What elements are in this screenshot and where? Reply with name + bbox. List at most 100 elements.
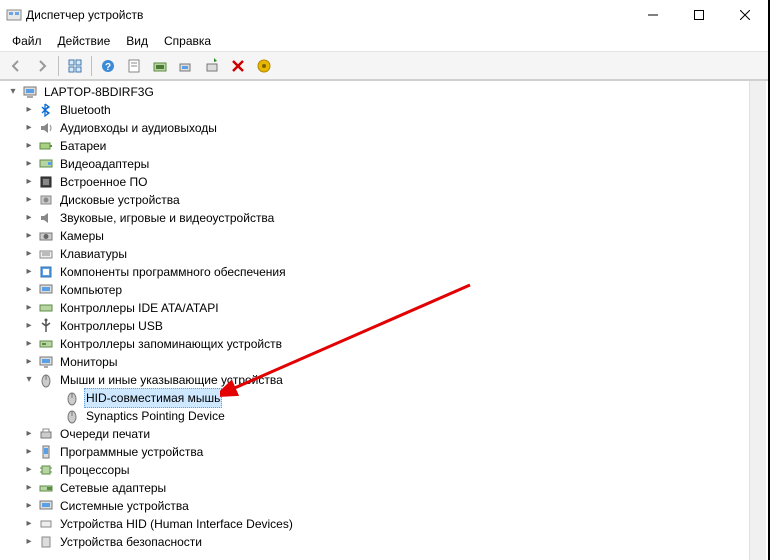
expand-icon[interactable]: ▸ <box>22 301 36 315</box>
expand-icon[interactable]: ▸ <box>22 229 36 243</box>
uninstall-button[interactable] <box>252 54 276 78</box>
tree-item-disk-drives[interactable]: ▸ Дисковые устройства <box>2 191 768 209</box>
mouse-icon <box>38 372 54 388</box>
expand-icon[interactable]: ▸ <box>22 283 36 297</box>
expand-icon[interactable]: ▸ <box>22 211 36 225</box>
expand-icon[interactable]: ▸ <box>22 337 36 351</box>
tree-item-cameras[interactable]: ▸ Камеры <box>2 227 768 245</box>
tree-item-sound-video-game[interactable]: ▸ Звуковые, игровые и видеоустройства <box>2 209 768 227</box>
tree-item-system-devices[interactable]: ▸ Системные устройства <box>2 497 768 515</box>
expand-icon[interactable]: ▸ <box>22 481 36 495</box>
computer-icon <box>22 84 38 100</box>
firmware-icon <box>38 174 54 190</box>
expand-icon[interactable]: ▸ <box>22 319 36 333</box>
expand-icon[interactable]: ▸ <box>22 193 36 207</box>
mouse-icon <box>64 408 80 424</box>
tree-item-computer[interactable]: ▸ Компьютер <box>2 281 768 299</box>
expand-placeholder <box>48 391 62 405</box>
tree-item-print-queues[interactable]: ▸ Очереди печати <box>2 425 768 443</box>
tree-item-label: Видеоадаптеры <box>58 155 151 173</box>
app-icon <box>6 7 22 23</box>
back-button[interactable] <box>4 54 28 78</box>
close-button[interactable] <box>722 0 768 30</box>
software-device-icon <box>38 444 54 460</box>
keyboard-icon <box>38 246 54 262</box>
tree-item-keyboards[interactable]: ▸ Клавиатуры <box>2 245 768 263</box>
forward-button[interactable] <box>30 54 54 78</box>
tree-item-display-adapters[interactable]: ▸ Видеоадаптеры <box>2 155 768 173</box>
expand-icon[interactable]: ▸ <box>22 463 36 477</box>
tree-item-label: Системные устройства <box>58 497 191 515</box>
tree-item-synaptics[interactable]: Synaptics Pointing Device <box>2 407 768 425</box>
ide-icon <box>38 300 54 316</box>
tree-item-security-devices[interactable]: ▸ Устройства безопасности <box>2 533 768 551</box>
expand-icon[interactable]: ▸ <box>22 517 36 531</box>
expand-icon[interactable]: ▸ <box>22 499 36 513</box>
collapse-icon[interactable]: ▾ <box>22 373 36 387</box>
scan-hardware-button[interactable] <box>200 54 224 78</box>
expand-icon[interactable]: ▸ <box>22 355 36 369</box>
show-all-button[interactable] <box>63 54 87 78</box>
expand-icon[interactable]: ▸ <box>22 247 36 261</box>
expand-icon[interactable]: ▸ <box>22 265 36 279</box>
toolbar-separator <box>58 56 59 76</box>
expand-icon[interactable]: ▸ <box>22 121 36 135</box>
menu-file[interactable]: Файл <box>4 32 50 50</box>
toolbar: ? <box>0 52 768 80</box>
tree-item-hid-mouse[interactable]: HID-совместимая мышь <box>2 389 768 407</box>
tree-item-batteries[interactable]: ▸ Батареи <box>2 137 768 155</box>
tree-item-firmware[interactable]: ▸ Встроенное ПО <box>2 173 768 191</box>
tree-item-audio-io[interactable]: ▸ Аудиовходы и аудиовыходы <box>2 119 768 137</box>
tree-item-storage-controllers[interactable]: ▸ Контроллеры запоминающих устройств <box>2 335 768 353</box>
svg-text:?: ? <box>105 62 111 73</box>
properties-button[interactable] <box>122 54 146 78</box>
tree-item-label: Камеры <box>58 227 106 245</box>
vertical-scrollbar[interactable] <box>749 81 766 560</box>
camera-icon <box>38 228 54 244</box>
disable-button[interactable] <box>226 54 250 78</box>
device-tree[interactable]: ▾ LAPTOP-8BDIRF3G ▸ Bluetooth ▸ Аудиовхо… <box>0 80 768 560</box>
tree-item-software-devices[interactable]: ▸ Программные устройства <box>2 443 768 461</box>
tree-item-software-components[interactable]: ▸ Компоненты программного обеспечения <box>2 263 768 281</box>
tree-item-bluetooth[interactable]: ▸ Bluetooth <box>2 101 768 119</box>
tree-root[interactable]: ▾ LAPTOP-8BDIRF3G <box>2 83 768 101</box>
tree-item-mice[interactable]: ▾ Мыши и иные указывающие устройства <box>2 371 768 389</box>
network-icon <box>38 480 54 496</box>
menu-action[interactable]: Действие <box>50 32 119 50</box>
menu-help[interactable]: Справка <box>156 32 219 50</box>
expand-icon[interactable]: ▸ <box>22 103 36 117</box>
tree-item-usb-controllers[interactable]: ▸ Контроллеры USB <box>2 317 768 335</box>
tree-item-monitors[interactable]: ▸ Мониторы <box>2 353 768 371</box>
tree-item-processors[interactable]: ▸ Процессоры <box>2 461 768 479</box>
minimize-button[interactable] <box>630 0 676 30</box>
bluetooth-icon <box>38 102 54 118</box>
scan-button[interactable] <box>174 54 198 78</box>
expand-icon[interactable]: ▸ <box>22 535 36 549</box>
tree-item-label: Устройства безопасности <box>58 533 204 551</box>
monitor-icon <box>38 354 54 370</box>
tree-item-label: Программные устройства <box>58 443 205 461</box>
maximize-button[interactable] <box>676 0 722 30</box>
tree-item-hid[interactable]: ▸ Устройства HID (Human Interface Device… <box>2 515 768 533</box>
sound-icon <box>38 210 54 226</box>
tree-item-label: Клавиатуры <box>58 245 129 263</box>
help-button[interactable]: ? <box>96 54 120 78</box>
printer-icon <box>38 426 54 442</box>
expand-icon[interactable]: ▸ <box>22 175 36 189</box>
expand-icon[interactable]: ▸ <box>22 157 36 171</box>
tree-item-ide-ata[interactable]: ▸ Контроллеры IDE ATA/ATAPI <box>2 299 768 317</box>
expand-icon[interactable]: ▸ <box>22 139 36 153</box>
update-driver-button[interactable] <box>148 54 172 78</box>
computer-icon <box>38 282 54 298</box>
tree-item-label: Устройства HID (Human Interface Devices) <box>58 515 295 533</box>
expand-icon[interactable]: ▾ <box>6 85 20 99</box>
tree-root-label: LAPTOP-8BDIRF3G <box>42 83 156 101</box>
expand-icon[interactable]: ▸ <box>22 427 36 441</box>
tree-item-network-adapters[interactable]: ▸ Сетевые адаптеры <box>2 479 768 497</box>
tree-item-label: Аудиовходы и аудиовыходы <box>58 119 219 137</box>
menu-view[interactable]: Вид <box>118 32 156 50</box>
tree-item-label: HID-совместимая мышь <box>84 388 222 408</box>
battery-icon <box>38 138 54 154</box>
tree-item-label: Мыши и иные указывающие устройства <box>58 371 285 389</box>
expand-icon[interactable]: ▸ <box>22 445 36 459</box>
